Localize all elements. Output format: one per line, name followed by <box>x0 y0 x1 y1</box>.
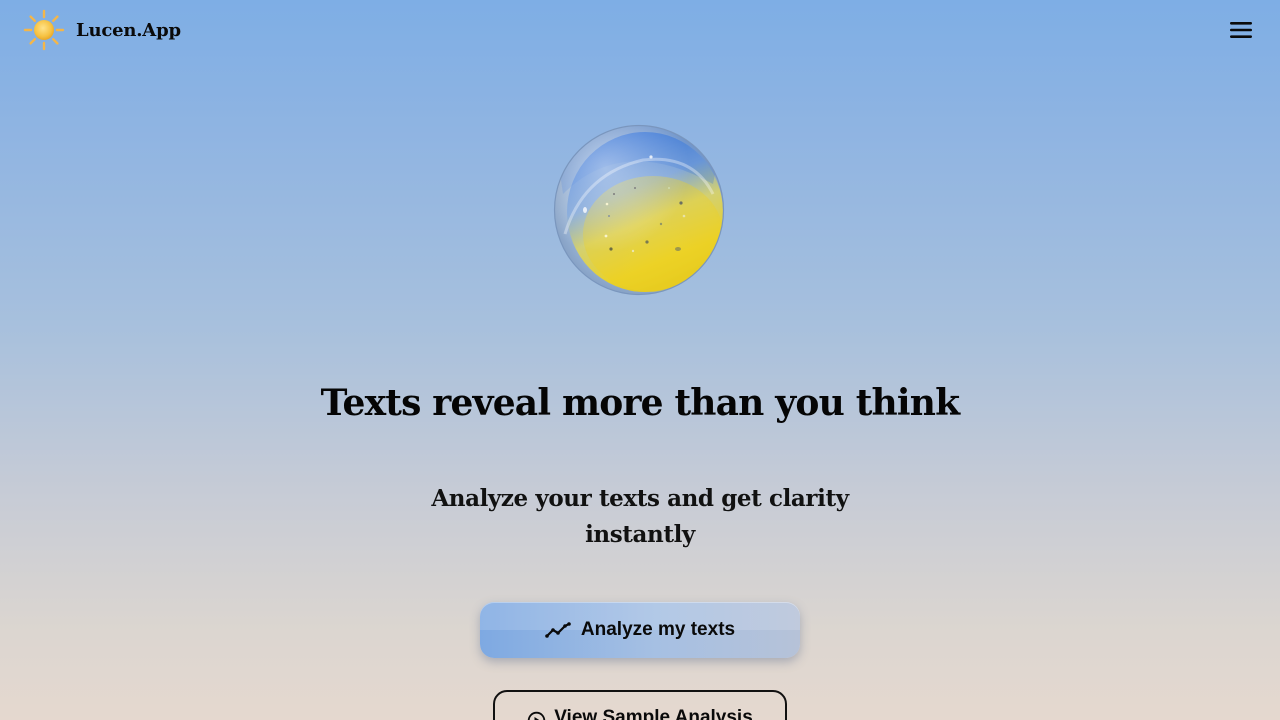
analyze-texts-button[interactable]: Analyze my texts <box>480 602 800 658</box>
hamburger-menu-icon <box>1230 22 1252 38</box>
menu-button[interactable] <box>1222 12 1260 48</box>
page-title: Texts reveal more than you think <box>320 382 960 424</box>
brand-name: Lucen.App <box>76 19 181 41</box>
view-sample-analysis-label: View Sample Analysis <box>554 707 753 720</box>
play-circle-icon <box>528 711 546 720</box>
brand-link[interactable]: Lucen.App <box>22 8 181 52</box>
view-sample-analysis-button[interactable]: View Sample Analysis <box>493 690 787 720</box>
analyze-texts-label: Analyze my texts <box>580 619 736 640</box>
top-navigation: Lucen.App <box>0 0 1280 60</box>
page-subtitle: Analyze your texts and get clarity insta… <box>431 485 849 548</box>
sun-icon <box>23 9 65 51</box>
trend-line-icon <box>545 622 571 638</box>
glass-orb-illustration <box>553 124 725 296</box>
